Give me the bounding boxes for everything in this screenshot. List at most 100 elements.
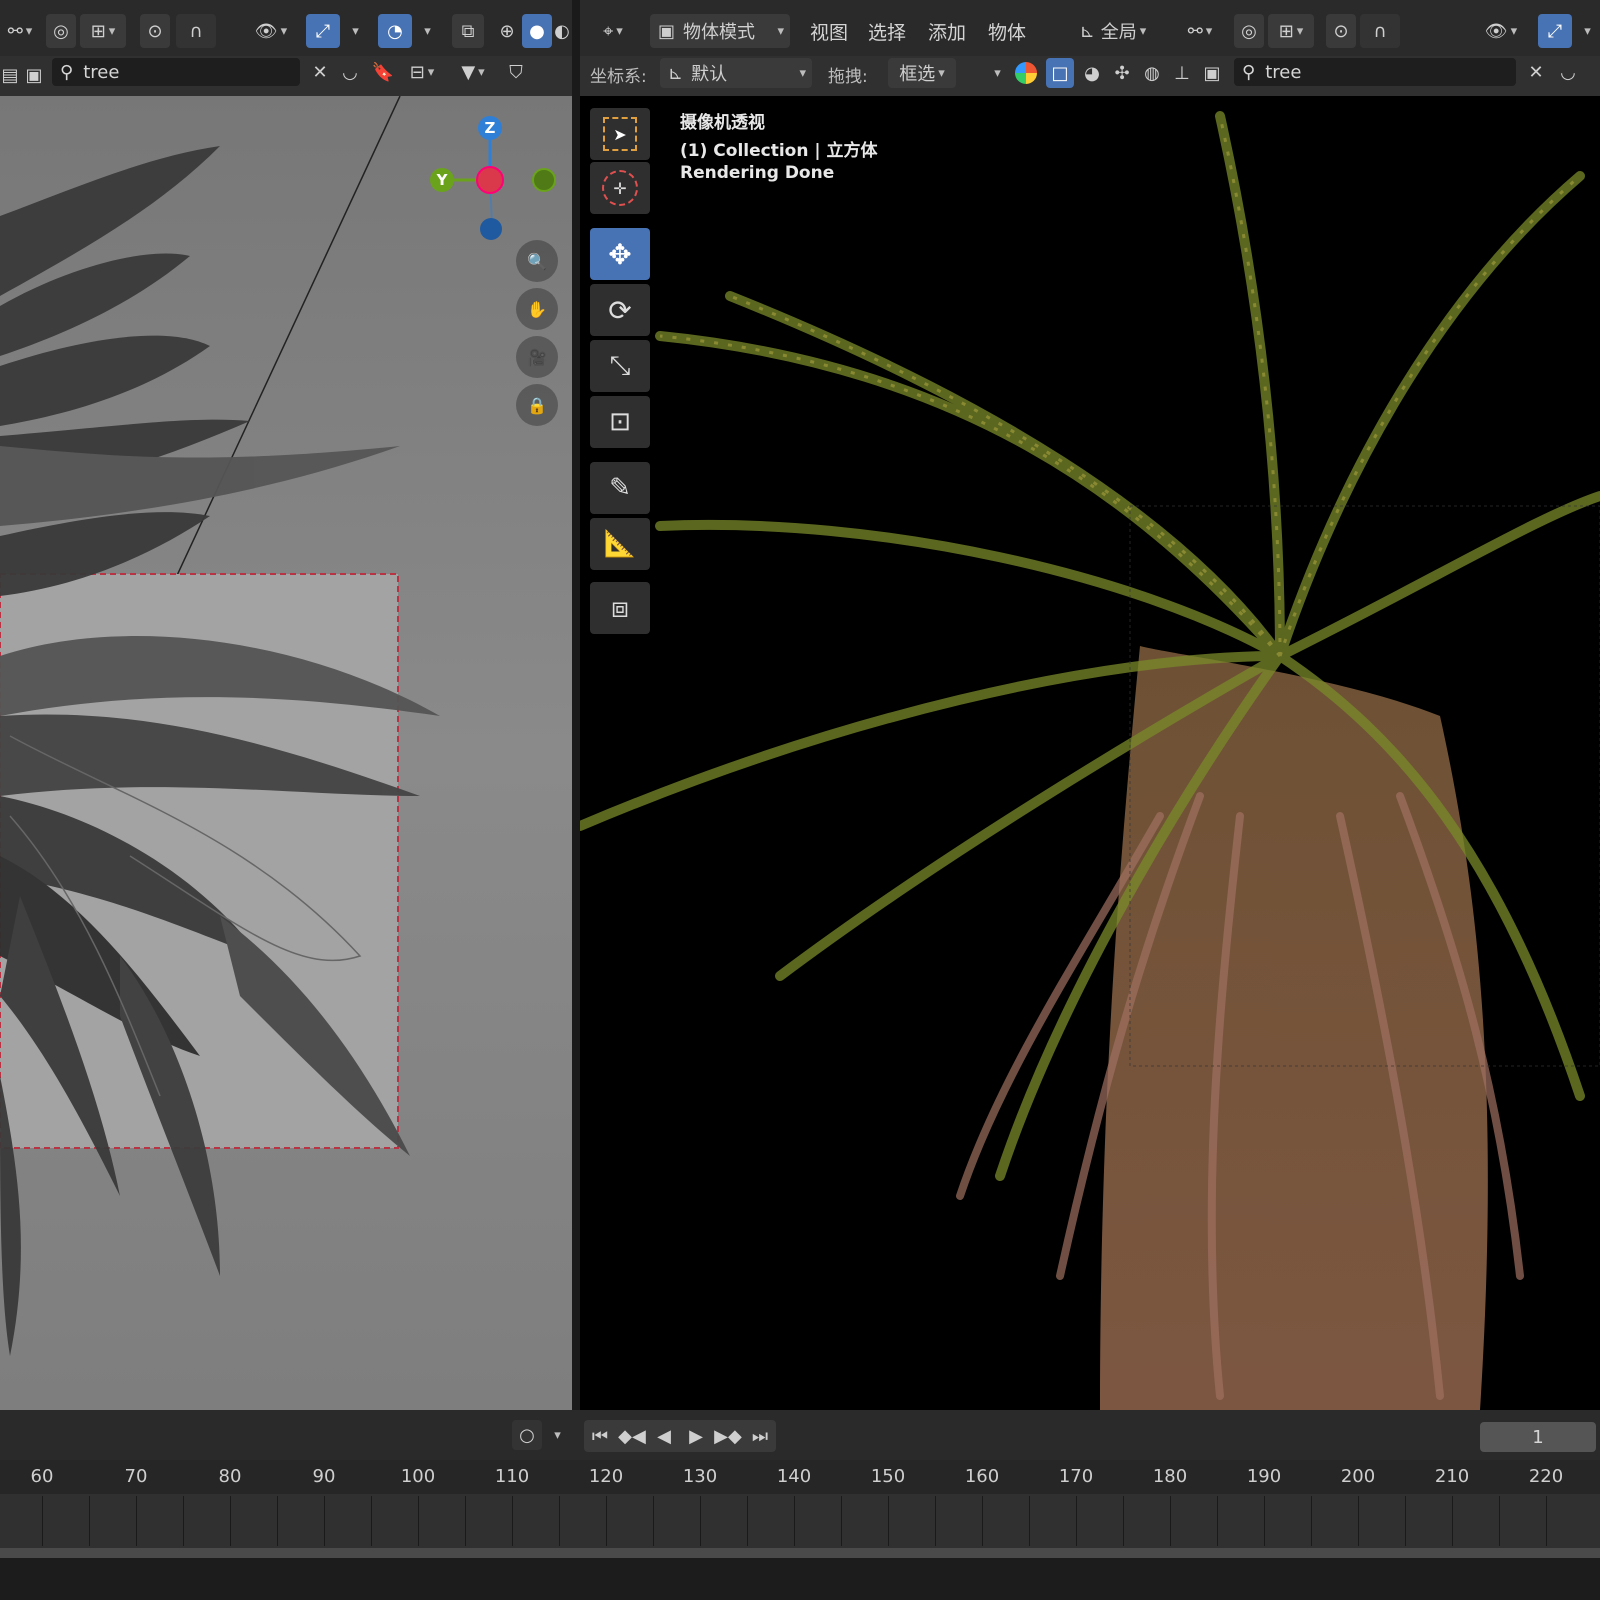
menu-view[interactable]: 视图: [810, 18, 848, 45]
right-search-field[interactable]: ⚲ tree: [1234, 58, 1516, 86]
snap-icon[interactable]: ◎: [1234, 14, 1264, 48]
right-viewport[interactable]: 摄像机透视 (1) Collection | 立方体 Rendering Don…: [580, 96, 1600, 1410]
overlay-toggle-icon[interactable]: ◔: [378, 14, 412, 48]
snap-target-icon[interactable]: ⊞ ▾: [1268, 14, 1314, 48]
prev-keyframe-icon[interactable]: ◆◀: [616, 1420, 648, 1452]
proportional-edit-right-icon[interactable]: ⊙: [1326, 14, 1356, 48]
tool-scale[interactable]: ⤡: [590, 340, 650, 392]
outliner-filter-icon[interactable]: ▤: [0, 60, 20, 90]
snap-settings-icon[interactable]: ⊞ ▾: [80, 14, 126, 48]
tool-transform[interactable]: ⊡: [590, 396, 650, 448]
filter-curve-icon[interactable]: ◕: [1078, 58, 1106, 88]
select-mode-dropdown-icon[interactable]: ▾: [986, 58, 1006, 88]
palm-tree-render: [580, 111, 1600, 1410]
coord-system-label: 坐标系:: [590, 67, 647, 87]
status-bar: [0, 1558, 1600, 1600]
filter-mesh-icon[interactable]: □: [1046, 58, 1074, 88]
outliner-display-icon[interactable]: ▣: [22, 60, 46, 90]
wireframe-shading-icon[interactable]: ⊕: [492, 14, 522, 48]
nav-gizmo[interactable]: Z Y: [420, 106, 560, 240]
falloff-icon[interactable]: ⊙: [140, 14, 170, 48]
solid-shading-icon[interactable]: ●: [522, 14, 552, 48]
visibility-right-icon[interactable]: 👁 ▾: [1478, 14, 1524, 48]
chevron-down-icon: ▾: [938, 65, 945, 81]
transform-icon: ⊡: [609, 407, 631, 437]
drag-dropdown[interactable]: 框选 ▾: [888, 58, 956, 88]
bookmark-icon[interactable]: 🔖: [370, 58, 396, 86]
filter-light-icon[interactable]: ✣: [1108, 58, 1136, 88]
xray-toggle-icon[interactable]: ⧉: [452, 14, 484, 48]
overlay-dropdown-icon[interactable]: ▾: [414, 14, 438, 48]
keyframe-toggle-icon[interactable]: ○: [512, 1420, 542, 1450]
orientation-icon: ⊾: [1079, 20, 1095, 42]
move-icon: ✥: [608, 237, 632, 271]
filter-empty-icon[interactable]: ⊥: [1168, 58, 1196, 88]
hand-pan-icon[interactable]: ✋: [516, 288, 558, 330]
play-icon[interactable]: ▶: [680, 1420, 712, 1452]
jump-start-icon[interactable]: ⏮: [584, 1420, 616, 1452]
gizmo-toggle-icon[interactable]: ⤢: [306, 14, 340, 48]
scale-icon: ⤡: [609, 350, 631, 381]
color-wheel-icon[interactable]: [1012, 58, 1040, 88]
current-frame-field[interactable]: 1: [1480, 1422, 1596, 1452]
timeline-header: [0, 1410, 1600, 1460]
next-keyframe-icon[interactable]: ▶◆: [712, 1420, 744, 1452]
filter-camera-icon[interactable]: ◍: [1138, 58, 1166, 88]
tool-annotate[interactable]: ✎: [590, 462, 650, 514]
camera-view-icon[interactable]: 🎥: [516, 336, 558, 378]
clear-search-icon[interactable]: ✕: [306, 58, 334, 86]
gizmo-right-icon[interactable]: ⤢: [1538, 14, 1572, 48]
menu-object[interactable]: 物体: [988, 18, 1026, 45]
gizmo-z-axis[interactable]: Z: [478, 116, 502, 140]
mode-dropdown[interactable]: ▣ 物体模式 ▾: [650, 14, 790, 48]
tool-measure[interactable]: 📐: [590, 518, 650, 570]
play-reverse-icon[interactable]: ◀: [648, 1420, 680, 1452]
tool-select-box[interactable]: ➤: [590, 108, 650, 160]
tool-move[interactable]: ✥: [590, 228, 650, 280]
falloff-curve-right-icon[interactable]: ∩: [1360, 14, 1400, 48]
gizmo-neg-z-axis[interactable]: [480, 218, 502, 240]
hierarchy-icon[interactable]: ⊟ ▾: [400, 58, 444, 86]
gizmo-neg-y-axis[interactable]: [532, 168, 556, 192]
select-box-icon: ➤: [603, 117, 637, 151]
tool-cursor[interactable]: ✛: [590, 162, 650, 214]
chevron-down-icon: ▾: [1139, 23, 1147, 39]
shield-icon[interactable]: ⛉: [502, 58, 530, 86]
timeline-scrollbar[interactable]: [0, 1548, 1600, 1558]
ruler-icon: 📐: [603, 529, 637, 559]
jump-end-icon[interactable]: ⏭: [744, 1420, 776, 1452]
tool-add-cube[interactable]: ⧈: [590, 582, 650, 634]
menu-select[interactable]: 选择: [868, 18, 906, 45]
left-search-field[interactable]: ⚲ tree: [52, 58, 300, 86]
axes-icon: ⊾: [668, 62, 684, 84]
pencil-icon: ✎: [609, 473, 631, 503]
timeline-track-area[interactable]: [0, 1494, 1600, 1548]
gizmo-right-dropdown-icon[interactable]: ▾: [1574, 14, 1598, 48]
filter-icon[interactable]: ▼ ▾: [450, 58, 496, 86]
coord-system-dropdown[interactable]: ⊾ 默认 ▾: [660, 58, 812, 88]
clear-search-right-icon[interactable]: ✕: [1522, 58, 1550, 86]
keyframe-dropdown-icon[interactable]: ▾: [546, 1420, 566, 1450]
gizmo-y-axis[interactable]: Y: [430, 168, 454, 192]
material-shading-icon[interactable]: ◐: [554, 14, 570, 48]
tool-rotate[interactable]: ⟳: [590, 284, 650, 336]
proportional-edit-icon[interactable]: ◎: [46, 14, 76, 48]
editor-divider: [572, 0, 580, 1420]
link-dropdown-icon[interactable]: ⚯ ▾: [0, 14, 40, 48]
visibility-dropdown-icon[interactable]: 👁 ▾: [248, 14, 294, 48]
zoom-icon[interactable]: 🔍: [516, 240, 558, 282]
gizmo-dropdown-icon[interactable]: ▾: [342, 14, 366, 48]
editor-type-icon[interactable]: ⌖ ▾: [590, 14, 636, 48]
match-case-right-icon[interactable]: ◡: [1554, 58, 1582, 86]
pivot-dropdown-icon[interactable]: ⚯ ▾: [1176, 14, 1224, 48]
filter-other-icon[interactable]: ▣: [1198, 58, 1226, 88]
falloff-curve-icon[interactable]: ∩: [176, 14, 216, 48]
left-viewport[interactable]: Z Y 🔍 ✋ 🎥 🔒: [0, 96, 572, 1410]
menu-add[interactable]: 添加: [928, 18, 966, 45]
cursor-icon: ✛: [602, 170, 638, 206]
lock-icon[interactable]: 🔒: [516, 384, 558, 426]
match-case-icon[interactable]: ◡: [336, 58, 364, 86]
transform-orientation-dropdown[interactable]: ⊾ 全局 ▾: [1066, 14, 1160, 48]
gizmo-x-axis[interactable]: [476, 166, 504, 194]
add-cube-icon: ⧈: [611, 591, 629, 624]
